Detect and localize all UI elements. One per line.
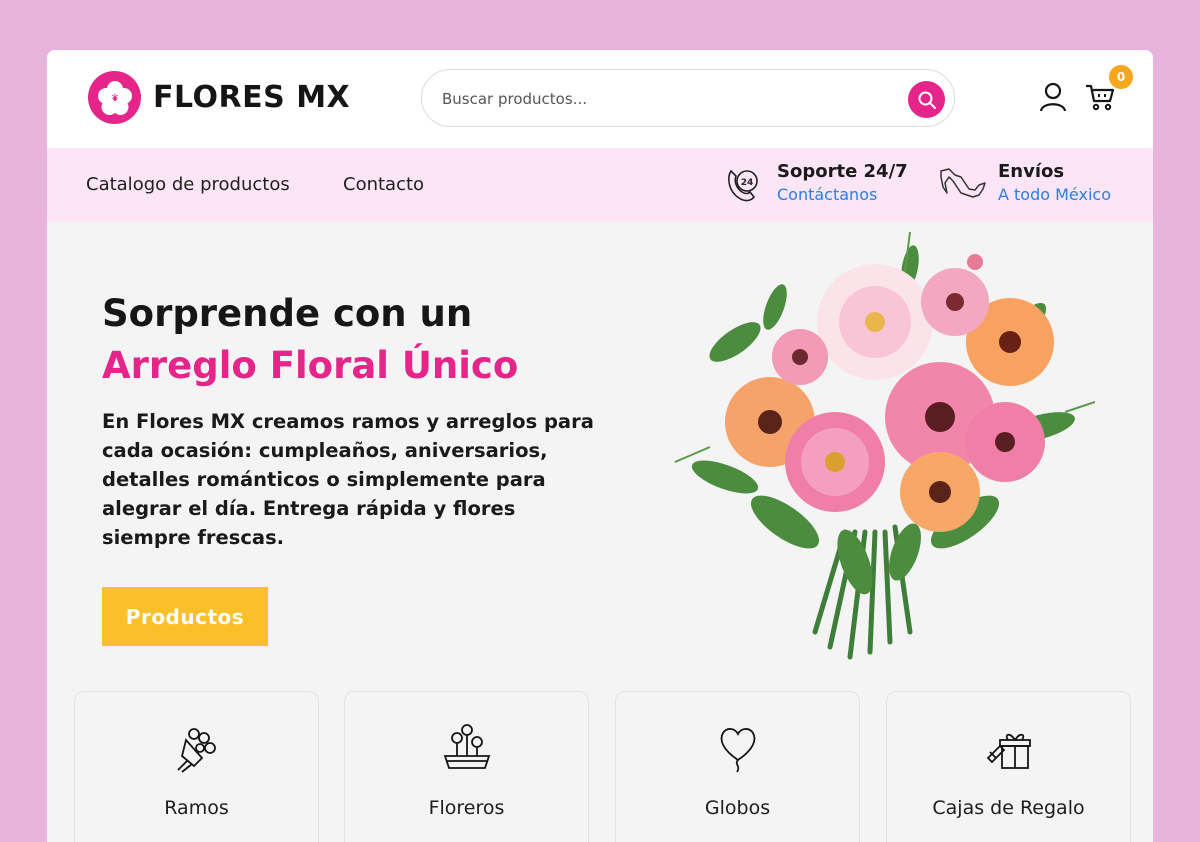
shipping-info: Envíos A todo México: [939, 160, 1111, 206]
support-24-7-icon: 24: [728, 169, 758, 202]
logo-text: FLORES MX: [153, 80, 351, 115]
shopping-cart-icon[interactable]: [1085, 83, 1115, 115]
category-label: Floreros: [428, 797, 505, 819]
search-input[interactable]: [442, 86, 882, 112]
nav-link-contact[interactable]: Contacto: [343, 174, 424, 195]
svg-text:24: 24: [741, 178, 754, 188]
gift-box-icon: [986, 733, 1031, 769]
category-card-cajas-de-regalo[interactable]: Cajas de Regalo: [886, 691, 1131, 842]
flower-logo-icon: *: [88, 71, 141, 124]
hero-title-line2: Arreglo Floral Único: [102, 344, 519, 387]
products-button[interactable]: Productos: [102, 587, 268, 646]
support-info: 24 Soporte 24/7 Contáctanos: [723, 160, 908, 206]
bouquet-icon: [177, 728, 216, 773]
search-button[interactable]: [908, 81, 945, 118]
shipping-link[interactable]: A todo México: [998, 184, 1111, 206]
nav-link-catalog[interactable]: Catalogo de productos: [86, 174, 290, 195]
cart-count-badge: 0: [1109, 65, 1133, 89]
shipping-title: Envíos: [998, 161, 1065, 182]
svg-text:*: *: [111, 92, 118, 108]
vase-icon: [443, 724, 491, 769]
balloon-icon: [720, 728, 756, 773]
logo[interactable]: * FLORES MX: [88, 71, 350, 124]
user-account-icon[interactable]: [1039, 82, 1067, 116]
support-title: Soporte 24/7: [777, 161, 908, 182]
hero-title: Sorprende con un Arreglo Floral Único: [102, 288, 518, 392]
category-label: Cajas de Regalo: [932, 797, 1085, 819]
site-frame: * FLORES MX Buscar productos... 0 Catalo…: [47, 50, 1153, 842]
mexico-map-icon: [940, 168, 986, 198]
nav-bar: Catalogo de productos Contacto 24 Soport…: [47, 148, 1153, 222]
hero-title-line1: Sorprende con un: [102, 292, 473, 335]
category-card-globos[interactable]: Globos: [615, 691, 860, 842]
search-icon: [918, 91, 936, 109]
category-card-ramos[interactable]: Ramos: [74, 691, 319, 842]
category-label: Globos: [704, 797, 771, 819]
hero-section: Sorprende con un Arreglo Floral Único En…: [47, 222, 1153, 692]
bouquet-image: [674, 232, 1095, 660]
category-label: Ramos: [164, 797, 229, 819]
search-bar: [421, 69, 955, 127]
support-contact-link[interactable]: Contáctanos: [777, 184, 908, 206]
hero-description: En Flores MX creamos ramos y arreglos pa…: [102, 410, 594, 549]
category-card-floreros[interactable]: Floreros: [344, 691, 589, 842]
header: * FLORES MX Buscar productos... 0: [47, 50, 1153, 148]
